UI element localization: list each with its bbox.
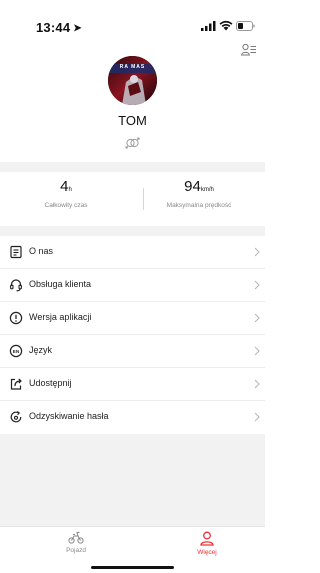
- menu-item-share[interactable]: Udostępnij: [0, 368, 265, 401]
- stat-label: Maksymalna prędkość: [166, 202, 232, 209]
- tab-label: Pojazd: [66, 547, 86, 554]
- profile-header: RA MAS TOM: [0, 40, 265, 162]
- menu-item-app-version[interactable]: Wersja aplikacji: [0, 302, 265, 335]
- wifi-icon: [219, 20, 233, 31]
- stat-label: Całkowity czas: [44, 202, 88, 209]
- avatar-caption: RA MAS: [119, 64, 146, 70]
- share-icon: [10, 378, 22, 390]
- ride-stats: 4h Całkowity czas 94km/h Maksymalna pręd…: [0, 172, 265, 226]
- menu-item-label: Język: [29, 345, 53, 355]
- status-bar: 13:44 ➤: [0, 0, 265, 40]
- gender-symbol-icon: [125, 137, 140, 149]
- chevron-right-icon: [254, 412, 260, 422]
- avatar[interactable]: RA MAS: [108, 56, 157, 105]
- home-indicator[interactable]: [91, 566, 174, 569]
- chevron-right-icon: [254, 247, 260, 257]
- menu-item-about[interactable]: O nas: [0, 236, 265, 269]
- menu-item-label: Udostępnij: [29, 378, 72, 388]
- stat-unit: h: [68, 187, 72, 193]
- svg-text:EN: EN: [13, 349, 20, 354]
- person-icon: [200, 531, 214, 546]
- headset-icon: [10, 279, 22, 292]
- menu-item-label: Odzyskiwanie hasła: [29, 411, 109, 421]
- password-reset-icon: [10, 411, 22, 423]
- stat-unit: km/h: [200, 187, 214, 193]
- document-icon: [10, 245, 22, 259]
- menu-item-password-recovery[interactable]: Odzyskiwanie hasła: [0, 401, 265, 434]
- menu-item-label: Obsługa klienta: [29, 279, 92, 289]
- stat-value: 94: [184, 178, 201, 195]
- stat-total-time: 4h Całkowity czas: [0, 178, 132, 209]
- id-card-icon[interactable]: [241, 43, 257, 57]
- chevron-right-icon: [254, 379, 260, 389]
- chevron-right-icon: [254, 280, 260, 290]
- info-circle-icon: [9, 311, 23, 325]
- app-screen: 13:44 ➤ RA MAS TOM 4h Całkowity czas 94k…: [0, 0, 265, 573]
- menu-item-customer-service[interactable]: Obsługa klienta: [0, 269, 265, 302]
- scooter-icon: [68, 532, 84, 544]
- language-en-icon: EN: [9, 344, 23, 358]
- stat-value: 4: [60, 178, 69, 195]
- chevron-right-icon: [254, 346, 260, 356]
- battery-icon: [236, 21, 255, 31]
- section-divider: [0, 162, 265, 172]
- user-name: TOM: [118, 113, 147, 128]
- chevron-right-icon: [254, 313, 260, 323]
- menu-item-label: O nas: [29, 246, 54, 256]
- stat-max-speed: 94km/h Maksymalna prędkość: [133, 178, 265, 209]
- tab-vehicle[interactable]: Pojazd: [46, 531, 106, 554]
- tab-label: Więcej: [197, 549, 217, 556]
- location-arrow-icon: ➤: [73, 23, 82, 34]
- menu-item-label: Wersja aplikacji: [29, 312, 92, 322]
- cellular-signal-icon: [201, 21, 216, 31]
- menu-item-language[interactable]: EN Język: [0, 335, 265, 368]
- tab-more[interactable]: Więcej: [177, 531, 237, 556]
- settings-menu: O nas Obsługa klienta Wersja aplikacji E…: [0, 236, 265, 434]
- status-time: 13:44 ➤: [36, 20, 82, 35]
